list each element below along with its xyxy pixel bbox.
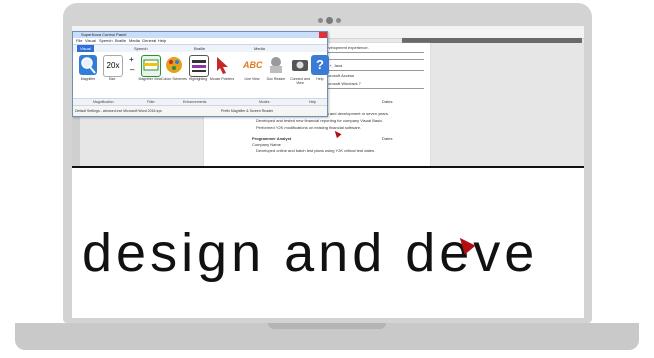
menu-visual[interactable]: Visual	[85, 38, 96, 43]
status-right: Prefix Magnifier & Screen Reader	[221, 109, 274, 113]
minus-icon[interactable]: –	[130, 65, 134, 74]
menu-general[interactable]: General	[142, 38, 156, 43]
camera-dot	[318, 18, 323, 23]
camera-icon	[291, 55, 309, 75]
highlighting-icon	[189, 55, 209, 77]
highlighting-button[interactable]: Highlighting	[187, 55, 209, 95]
doc-reader-button[interactable]: Doc Reader	[265, 55, 287, 95]
tool-label: Size	[108, 77, 116, 81]
magnified-text: design and deve	[82, 223, 539, 283]
status-left: Default Settings - winword.exe Microsoft…	[75, 109, 162, 113]
panel-title: SuperNova Control Panel	[81, 32, 127, 37]
menu-media[interactable]: Media	[129, 38, 140, 43]
panel-toolbar: Magnifier 20x Size + – Magnifier View Co…	[73, 52, 329, 98]
panel-status-bar: Default Settings - winword.exe Microsoft…	[73, 105, 327, 116]
camera-lens	[326, 17, 333, 24]
line-view-button[interactable]: ABC Line View	[241, 55, 263, 95]
laptop-notch	[268, 323, 386, 329]
mouse-pointers-button[interactable]: Mouse Pointers	[209, 55, 235, 95]
menu-help[interactable]: Help	[158, 38, 166, 43]
tab-media[interactable]: Media	[251, 45, 268, 52]
laptop-screen: development experience. C++, Java Micros…	[72, 26, 584, 318]
line-view-icon: ABC	[243, 60, 263, 70]
doc-rule	[324, 88, 424, 89]
size-control[interactable]: 20x Size	[101, 55, 123, 95]
doc-line: development experience.	[324, 45, 369, 50]
doc-rule	[324, 70, 424, 71]
plus-icon[interactable]: +	[129, 55, 134, 64]
colour-schemes-button[interactable]: Colour Schemes	[161, 55, 187, 95]
panel-group-labels: Magnification Filter Enhancements Modes …	[73, 98, 327, 105]
size-value: 20x	[103, 55, 123, 77]
doc-reader-icon	[267, 55, 285, 75]
doc-bullet: Developed and tested new financial repor…	[256, 118, 384, 123]
mouse-pointer-icon	[213, 55, 231, 75]
word-window: development experience. C++, Java Micros…	[72, 26, 584, 166]
supernova-control-panel: SuperNova Control Panel File Visual Spee…	[72, 31, 329, 117]
group-magnification: Magnification	[93, 100, 114, 104]
menu-speech[interactable]: Speech	[99, 38, 113, 43]
doc-rule	[324, 52, 424, 53]
magnifier-icon	[79, 55, 97, 75]
tool-label: Help	[316, 77, 324, 81]
tab-braille[interactable]: Braille	[191, 45, 208, 52]
doc-dates: Dates	[382, 99, 393, 104]
doc-rule	[324, 59, 424, 60]
colour-schemes-icon	[165, 55, 183, 75]
magnifier-view-button[interactable]: Magnifier View	[139, 55, 161, 95]
menu-braille[interactable]: Braille	[115, 38, 126, 43]
help-icon: ?	[311, 55, 329, 75]
doc-job-title: Programmer Analyst	[252, 136, 292, 141]
menu-file[interactable]: File	[76, 38, 82, 43]
doc-dates: Dates	[382, 136, 393, 141]
tab-speech[interactable]: Speech	[131, 45, 151, 52]
group-filter[interactable]: Filter	[147, 100, 155, 104]
doc-bullet: Developed online and batch test plans us…	[256, 148, 376, 153]
group-modes[interactable]: Modes	[259, 100, 270, 104]
group-help[interactable]: Help	[309, 100, 316, 104]
doc-company: Company Name	[252, 142, 281, 147]
tab-visual[interactable]: Visual	[77, 45, 94, 52]
magnifier-view-icon	[141, 55, 161, 77]
connect-and-view-button[interactable]: Connect and View	[289, 55, 311, 95]
group-enhancements[interactable]: Enhancements	[183, 100, 206, 104]
doc-bullet: Performed Y2K modifications on existing …	[256, 125, 362, 130]
help-button[interactable]: ? Help	[309, 55, 331, 95]
tool-label: Mouse Pointers	[209, 77, 235, 81]
camera-dot	[336, 18, 341, 23]
magnified-view: design and deve	[72, 168, 584, 318]
magnifier-button[interactable]: Magnifier	[77, 55, 99, 95]
